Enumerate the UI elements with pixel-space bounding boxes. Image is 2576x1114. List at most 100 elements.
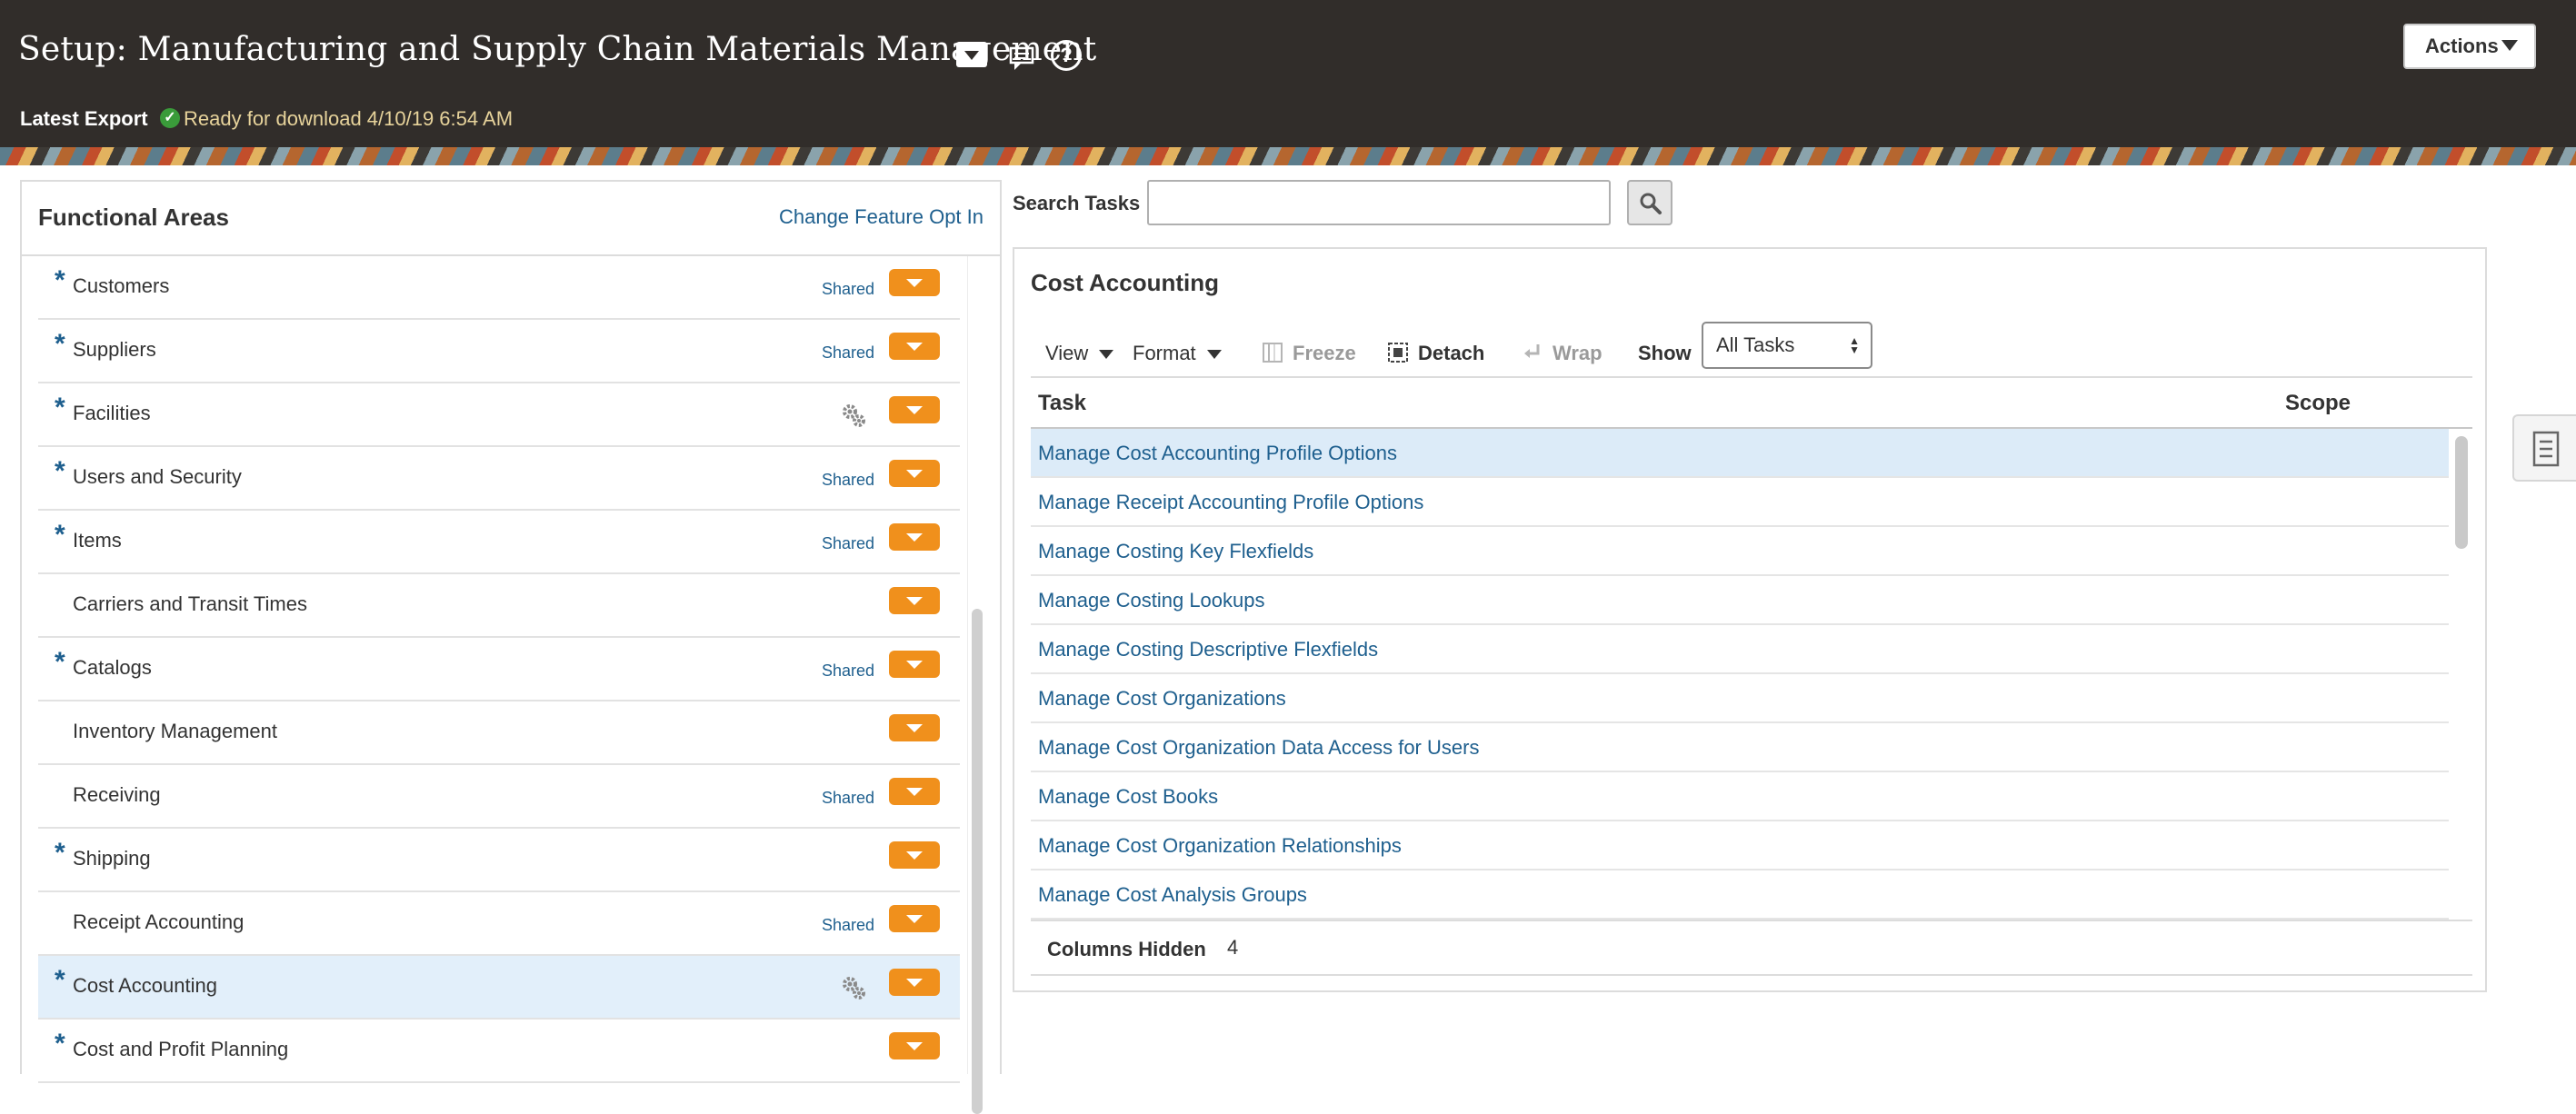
left-scrollbar[interactable] — [967, 256, 985, 1114]
title-menu-icon[interactable] — [956, 42, 987, 67]
task-link[interactable]: Manage Cost Accounting Profile Options — [1038, 442, 1397, 465]
functional-area-label[interactable]: Cost and Profit Planning — [73, 1038, 288, 1061]
functional-area-row[interactable]: * Catalogs Shared — [38, 638, 960, 701]
gears-icon[interactable] — [840, 974, 867, 1001]
page-title: Setup: Manufacturing and Supply Chain Ma… — [18, 31, 1097, 68]
functional-area-label[interactable]: Carriers and Transit Times — [73, 592, 307, 616]
gears-icon[interactable] — [840, 402, 867, 429]
table-row[interactable]: Manage Cost Books — [1031, 772, 2449, 821]
shared-link[interactable]: Shared — [822, 343, 874, 363]
shared-link[interactable]: Shared — [822, 534, 874, 553]
required-star-icon: * — [55, 520, 65, 550]
task-link[interactable]: Manage Receipt Accounting Profile Option… — [1038, 491, 1423, 514]
functional-area-row[interactable]: * Suppliers Shared — [38, 320, 960, 383]
row-menu-button[interactable] — [889, 969, 940, 996]
panel-drawer-icon — [2532, 431, 2560, 467]
functional-area-label[interactable]: Receiving — [73, 783, 161, 807]
functional-area-row[interactable]: * Items Shared — [38, 511, 960, 574]
shared-link[interactable]: Shared — [822, 789, 874, 808]
shared-link[interactable]: Shared — [822, 916, 874, 935]
table-row[interactable]: Manage Cost Organization Data Access for… — [1031, 723, 2449, 772]
task-link[interactable]: Manage Cost Books — [1038, 785, 1218, 809]
row-menu-button[interactable] — [889, 396, 940, 423]
functional-area-label[interactable]: Catalogs — [73, 656, 152, 680]
functional-area-label[interactable]: Shipping — [73, 847, 151, 870]
search-button[interactable] — [1627, 180, 1672, 225]
table-row[interactable]: Manage Cost Accounting Profile Options — [1031, 429, 2449, 478]
scrollbar-thumb[interactable] — [972, 609, 983, 1114]
format-menu[interactable]: Format — [1133, 342, 1222, 365]
functional-area-row[interactable]: * Facilities — [38, 383, 960, 447]
row-menu-button[interactable] — [889, 714, 940, 741]
functional-area-row[interactable]: * Shipping — [38, 829, 960, 892]
chat-icon[interactable] — [1009, 45, 1036, 73]
functional-area-label[interactable]: Cost Accounting — [73, 974, 217, 998]
show-select[interactable]: All Tasks ▲ ▼ — [1702, 322, 1872, 369]
row-menu-button[interactable] — [889, 841, 940, 869]
format-label: Format — [1133, 342, 1196, 364]
functional-area-row[interactable]: * Cost Accounting — [38, 956, 960, 1020]
functional-area-row[interactable]: * Users and Security Shared — [38, 447, 960, 511]
detach-label: Detach — [1418, 342, 1485, 364]
task-link[interactable]: Manage Costing Descriptive Flexfields — [1038, 638, 1378, 661]
search-tasks-input[interactable] — [1147, 180, 1611, 225]
functional-area-label[interactable]: Inventory Management — [73, 720, 277, 743]
task-link[interactable]: Manage Costing Key Flexfields — [1038, 540, 1313, 563]
columns-hidden-count[interactable]: 4 — [1227, 936, 1238, 960]
scrollbar-thumb[interactable] — [2455, 436, 2468, 549]
functional-area-label[interactable]: Facilities — [73, 402, 151, 425]
functional-area-label[interactable]: Users and Security — [73, 465, 242, 489]
column-header-scope[interactable]: Scope — [2285, 391, 2351, 416]
functional-area-list: * Customers Shared * Suppliers Shared * Facilit… — [38, 256, 960, 1083]
change-feature-opt-in-link[interactable]: Change Feature Opt In — [779, 205, 983, 229]
page-header: Setup: Manufacturing and Supply Chain Ma… — [0, 0, 2576, 147]
row-menu-button[interactable] — [889, 651, 940, 678]
functional-area-row[interactable]: Receipt Accounting Shared — [38, 892, 960, 956]
freeze-button[interactable]: Freeze — [1262, 342, 1356, 365]
wrap-button[interactable]: Wrap — [1522, 342, 1603, 365]
help-icon[interactable]: ? — [1051, 40, 1082, 71]
functional-area-label[interactable]: Suppliers — [73, 338, 156, 362]
row-menu-button[interactable] — [889, 269, 940, 296]
table-row[interactable]: Manage Cost Organizations — [1031, 674, 2449, 723]
row-menu-button[interactable] — [889, 905, 940, 932]
functional-area-label[interactable]: Customers — [73, 274, 169, 298]
side-drawer-tab[interactable] — [2512, 414, 2576, 482]
task-link[interactable]: Manage Cost Analysis Groups — [1038, 883, 1307, 907]
row-menu-button[interactable] — [889, 778, 940, 805]
functional-area-label[interactable]: Receipt Accounting — [73, 910, 244, 934]
actions-button[interactable]: Actions — [2403, 24, 2536, 69]
task-link[interactable]: Manage Cost Organization Relationships — [1038, 834, 1402, 858]
table-row[interactable]: Manage Cost Analysis Groups — [1031, 870, 2449, 920]
task-link[interactable]: Manage Costing Lookups — [1038, 589, 1265, 612]
table-row[interactable]: Manage Costing Lookups — [1031, 576, 2449, 625]
required-star-icon: * — [55, 647, 65, 677]
required-star-icon: * — [55, 1029, 65, 1059]
row-menu-button[interactable] — [889, 587, 940, 614]
task-link[interactable]: Manage Cost Organizations — [1038, 687, 1286, 711]
functional-area-label[interactable]: Items — [73, 529, 122, 552]
export-status-link[interactable]: Ready for download 4/10/19 6:54 AM — [184, 107, 513, 131]
shared-link[interactable]: Shared — [822, 471, 874, 490]
functional-area-row[interactable]: * Customers Shared — [38, 256, 960, 320]
table-row[interactable]: Manage Costing Key Flexfields — [1031, 527, 2449, 576]
column-header-task[interactable]: Task — [1038, 391, 1086, 416]
table-row[interactable]: Manage Costing Descriptive Flexfields — [1031, 625, 2449, 674]
view-menu[interactable]: View — [1045, 342, 1114, 365]
table-row[interactable]: Manage Receipt Accounting Profile Option… — [1031, 478, 2449, 527]
shared-link[interactable]: Shared — [822, 280, 874, 299]
task-table-scrollbar[interactable] — [2449, 429, 2472, 920]
row-menu-button[interactable] — [889, 460, 940, 487]
table-row[interactable]: Manage Cost Organization Relationships — [1031, 821, 2449, 870]
task-panel: Cost Accounting View Format Freeze Detac… — [1013, 247, 2487, 992]
detach-button[interactable]: Detach — [1387, 342, 1484, 365]
functional-area-row[interactable]: Inventory Management — [38, 701, 960, 765]
shared-link[interactable]: Shared — [822, 661, 874, 681]
row-menu-button[interactable] — [889, 1032, 940, 1059]
functional-area-row[interactable]: Receiving Shared — [38, 765, 960, 829]
task-link[interactable]: Manage Cost Organization Data Access for… — [1038, 736, 1479, 760]
row-menu-button[interactable] — [889, 333, 940, 360]
row-menu-button[interactable] — [889, 523, 940, 551]
functional-area-row[interactable]: Carriers and Transit Times — [38, 574, 960, 638]
wrap-icon — [1524, 344, 1540, 358]
